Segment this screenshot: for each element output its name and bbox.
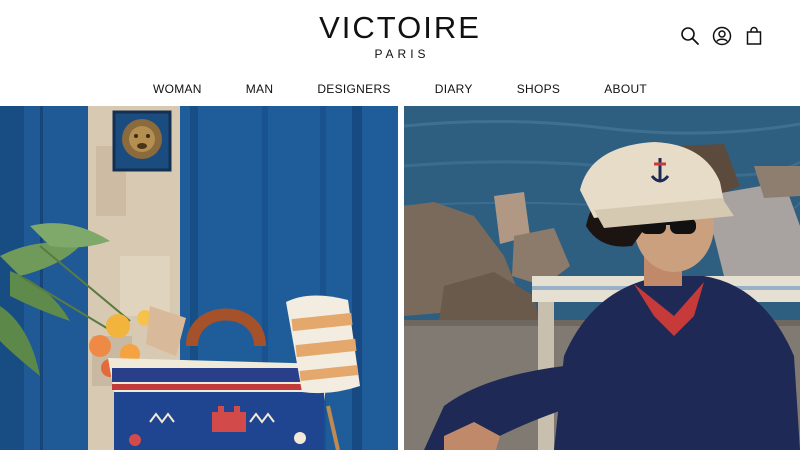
nav-item-about[interactable]: ABOUT [582,80,669,98]
search-icon[interactable] [680,26,700,46]
brand-name: VICTOIRE [319,10,481,45]
brand-subtitle: PARIS [374,47,430,61]
nav-item-woman[interactable]: WOMAN [131,80,224,98]
nav-item-diary[interactable]: DIARY [413,80,495,98]
account-icon[interactable] [712,26,732,46]
nav-item-man[interactable]: MAN [224,80,296,98]
header-icons [680,26,764,46]
man-collection-image [404,106,800,450]
main-nav: WOMAN MAN DESIGNERS DIARY SHOPS ABOUT [0,80,800,98]
woman-collection-image [0,106,398,450]
hero-panel-man[interactable] [404,106,800,450]
brand-logo[interactable]: VICTOIRE PARIS [300,10,500,61]
bag-icon[interactable] [744,26,764,46]
nav-item-shops[interactable]: SHOPS [495,80,583,98]
hero-panel-woman[interactable] [0,106,398,450]
site-header: VICTOIRE PARIS WOMAN MAN DESIGNERS DIARY… [0,0,800,106]
nav-item-designers[interactable]: DESIGNERS [295,80,412,98]
hero-section [0,106,800,450]
